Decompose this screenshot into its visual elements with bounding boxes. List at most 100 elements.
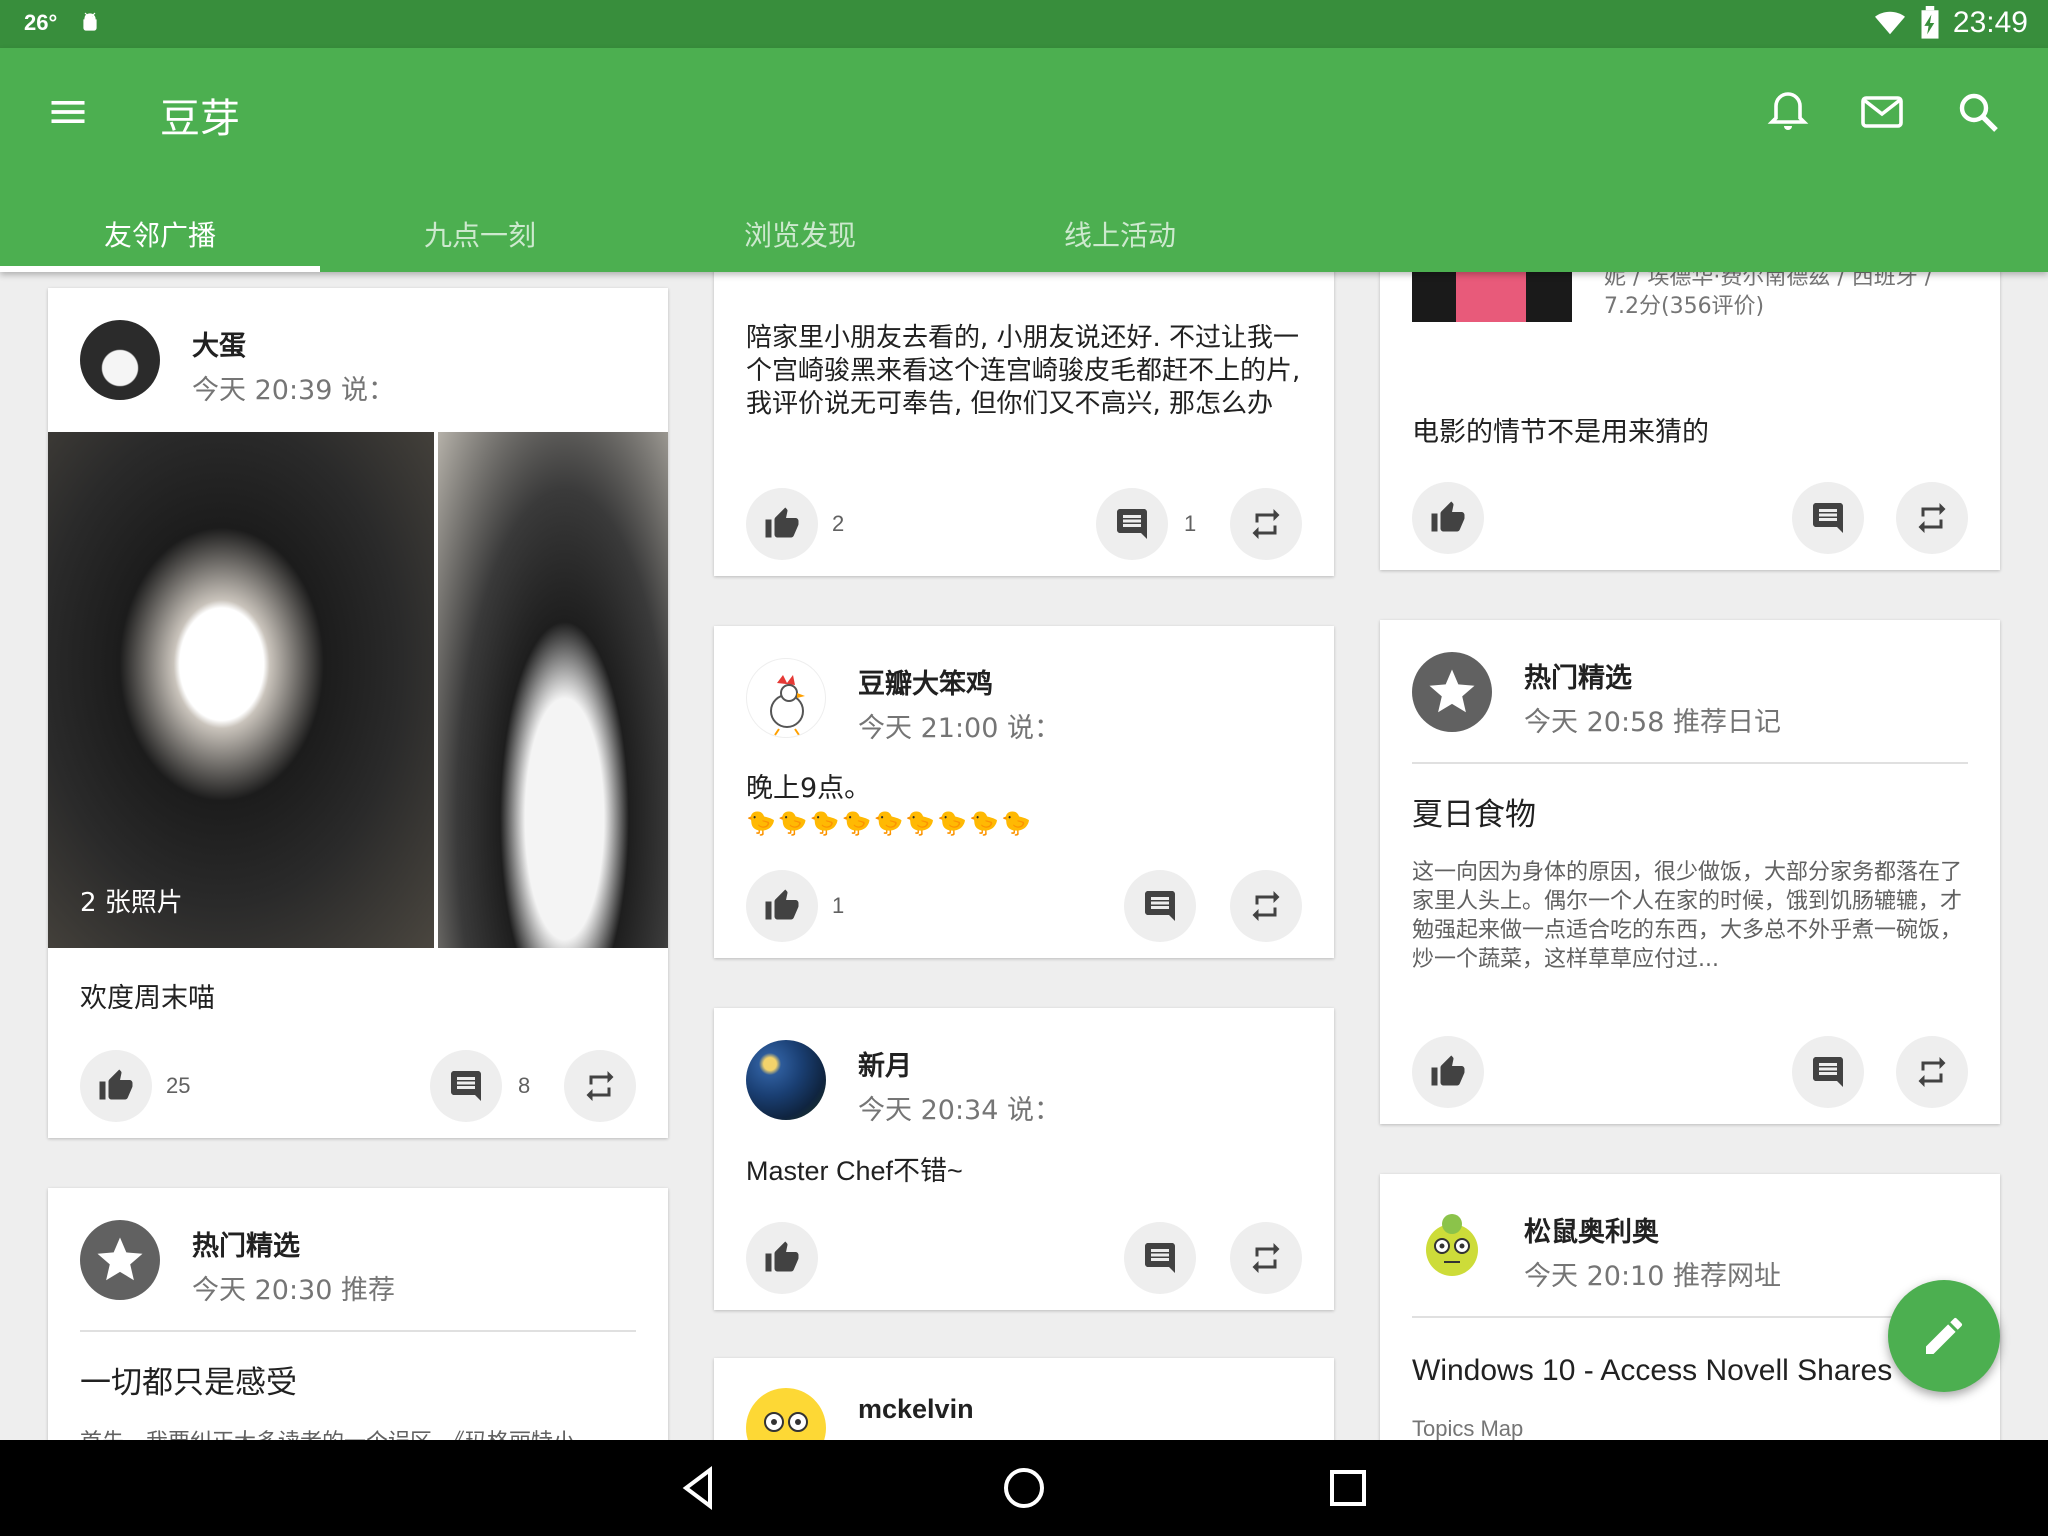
comment-button[interactable] (1124, 1222, 1196, 1294)
status-bar: 26° 23:49 (0, 0, 2048, 48)
comment-icon (1810, 1054, 1846, 1090)
comment-icon (1142, 888, 1178, 924)
status-card[interactable]: 大蛋 今天 20:39 说： 2 张照片 欢度周末喵 25 8 (48, 288, 668, 1138)
avatar[interactable] (1412, 1206, 1492, 1286)
tab-bar: 友邻广播 九点一刻 浏览发现 线上活动 (0, 196, 1280, 272)
avatar (80, 1220, 160, 1300)
reshare-button[interactable] (1230, 1222, 1302, 1294)
divider (80, 1330, 636, 1332)
status-text: 陪家里小朋友去看的, 小朋友说还好. 不过让我一个宫崎骏黑来看这个连宫崎骏皮毛都… (746, 323, 1301, 419)
photo-grid[interactable]: 2 张照片 (48, 432, 668, 948)
photo-count-label: 2 张照片 (80, 888, 183, 918)
weather-temperature: 26° (24, 10, 58, 35)
menu-icon[interactable] (46, 90, 90, 134)
like-button[interactable] (1412, 1036, 1484, 1108)
article-title[interactable]: 夏日食物 (1412, 798, 1968, 832)
squirrel-avatar-icon (1426, 1214, 1478, 1276)
link-title[interactable]: Windows 10 - Access Novell Shares (1412, 1354, 1968, 1388)
tab-nine-fifteen[interactable]: 九点一刻 (320, 196, 640, 272)
like-count: 2 (832, 511, 845, 536)
status-text: 晚上9点。 (746, 773, 872, 804)
avatar[interactable] (80, 320, 160, 400)
recommendation-card[interactable]: 热门精选 今天 20:30 推荐 一切都只是感受 首先，我要纠正大多读者的一个误… (48, 1188, 668, 1448)
app-bar: 豆芽 友邻广播 九点一刻 浏览发现 线上活动 (0, 48, 2048, 272)
clock: 23:49 (1952, 6, 2028, 39)
username[interactable]: 热门精选 (1524, 656, 1632, 695)
reshare-button[interactable] (1230, 488, 1302, 560)
like-count: 1 (832, 893, 845, 918)
post-time: 今天 20:10 推荐网址 (1524, 1261, 1781, 1292)
repeat-icon (1914, 1054, 1950, 1090)
app-title: 豆芽 (160, 96, 240, 142)
reshare-button[interactable] (564, 1050, 636, 1122)
username[interactable]: 热门精选 (192, 1224, 300, 1263)
compose-button[interactable] (1888, 1280, 2000, 1392)
avatar[interactable] (746, 658, 826, 738)
home-icon[interactable] (1000, 1464, 1048, 1512)
comment-button[interactable] (1096, 488, 1168, 560)
repeat-icon (1248, 888, 1284, 924)
status-text: Master Chef不错~ (746, 1156, 963, 1186)
notifications-icon[interactable] (1764, 88, 1812, 136)
like-count: 25 (166, 1073, 191, 1098)
like-button[interactable] (746, 488, 818, 560)
avatar[interactable] (746, 1040, 826, 1120)
thumb-up-icon (98, 1068, 134, 1104)
tab-browse-discover[interactable]: 浏览发现 (640, 196, 960, 272)
comment-icon (1810, 500, 1846, 536)
status-card[interactable]: 陪家里小朋友去看的, 小朋友说还好. 不过让我一个宫崎骏黑来看这个连宫崎骏皮毛都… (714, 250, 1334, 576)
repeat-icon (1248, 1240, 1284, 1276)
battery-charging-icon (1921, 6, 1939, 39)
photo[interactable] (48, 432, 434, 948)
post-time: 今天 20:58 推荐日记 (1524, 707, 1781, 738)
reshare-button[interactable] (1896, 1036, 1968, 1108)
android-notification-icon (83, 12, 97, 31)
status-card[interactable]: 豆瓣大笨鸡 今天 21:00 说： 晚上9点。 🐤🐤🐤🐤🐤🐤🐤🐤🐤 1 (714, 626, 1334, 958)
divider (1412, 762, 1968, 764)
navigation-bar (0, 1440, 2048, 1536)
post-time: 今天 20:39 说： (192, 375, 395, 406)
username[interactable]: 松鼠奥利奥 (1524, 1210, 1659, 1249)
tab-friends-broadcast[interactable]: 友邻广播 (0, 196, 320, 272)
status-text: 欢度周末喵 (80, 983, 215, 1014)
comment-icon (1142, 1240, 1178, 1276)
reshare-button[interactable] (1896, 482, 1968, 554)
comment-icon (1114, 506, 1150, 542)
username[interactable]: 大蛋 (192, 324, 246, 363)
review-text: 电影的情节不是用来猜的 (1412, 417, 1709, 448)
mail-icon[interactable] (1858, 88, 1906, 136)
thumb-up-icon (764, 888, 800, 924)
post-time: 今天 21:00 说： (858, 713, 1061, 744)
like-button[interactable] (1412, 482, 1484, 554)
like-button[interactable] (80, 1050, 152, 1122)
photo[interactable] (438, 432, 668, 948)
repeat-icon (1914, 500, 1950, 536)
username[interactable]: mckelvin (858, 1394, 974, 1425)
rooster-avatar-icon (770, 675, 805, 736)
like-button[interactable] (746, 870, 818, 942)
thumb-up-icon (764, 1240, 800, 1276)
pencil-icon (1926, 1317, 1963, 1354)
username[interactable]: 新月 (858, 1044, 912, 1083)
comment-button[interactable] (430, 1050, 502, 1122)
status-card[interactable]: 新月 今天 20:34 说： Master Chef不错~ (714, 1008, 1334, 1310)
star-icon (1425, 665, 1479, 719)
comment-button[interactable] (1124, 870, 1196, 942)
recommendation-card[interactable]: 热门精选 今天 20:58 推荐日记 夏日食物 这一向因为身体的原因，很少做饭，… (1380, 620, 2000, 1124)
comment-button[interactable] (1792, 482, 1864, 554)
comment-button[interactable] (1792, 1036, 1864, 1108)
thumb-up-icon (1430, 500, 1466, 536)
comment-count: 8 (518, 1073, 531, 1098)
comment-count: 1 (1184, 511, 1197, 536)
reshare-button[interactable] (1230, 870, 1302, 942)
back-icon[interactable] (676, 1464, 724, 1512)
thumb-up-icon (764, 506, 800, 542)
search-icon[interactable] (1954, 88, 2002, 136)
tab-online-events[interactable]: 线上活动 (960, 196, 1280, 272)
like-button[interactable] (746, 1222, 818, 1294)
recents-icon[interactable] (1324, 1464, 1372, 1512)
username[interactable]: 豆瓣大笨鸡 (858, 662, 993, 701)
article-title[interactable]: 一切都只是感受 (80, 1366, 636, 1400)
post-time: 今天 20:34 说： (858, 1095, 1061, 1126)
movie-review-card[interactable]: 导演 卡洛斯·贝尔穆德 主演 芭芭拉·蓝妮 / 埃德华·费尔南德兹 / 西班牙 … (1380, 250, 2000, 570)
